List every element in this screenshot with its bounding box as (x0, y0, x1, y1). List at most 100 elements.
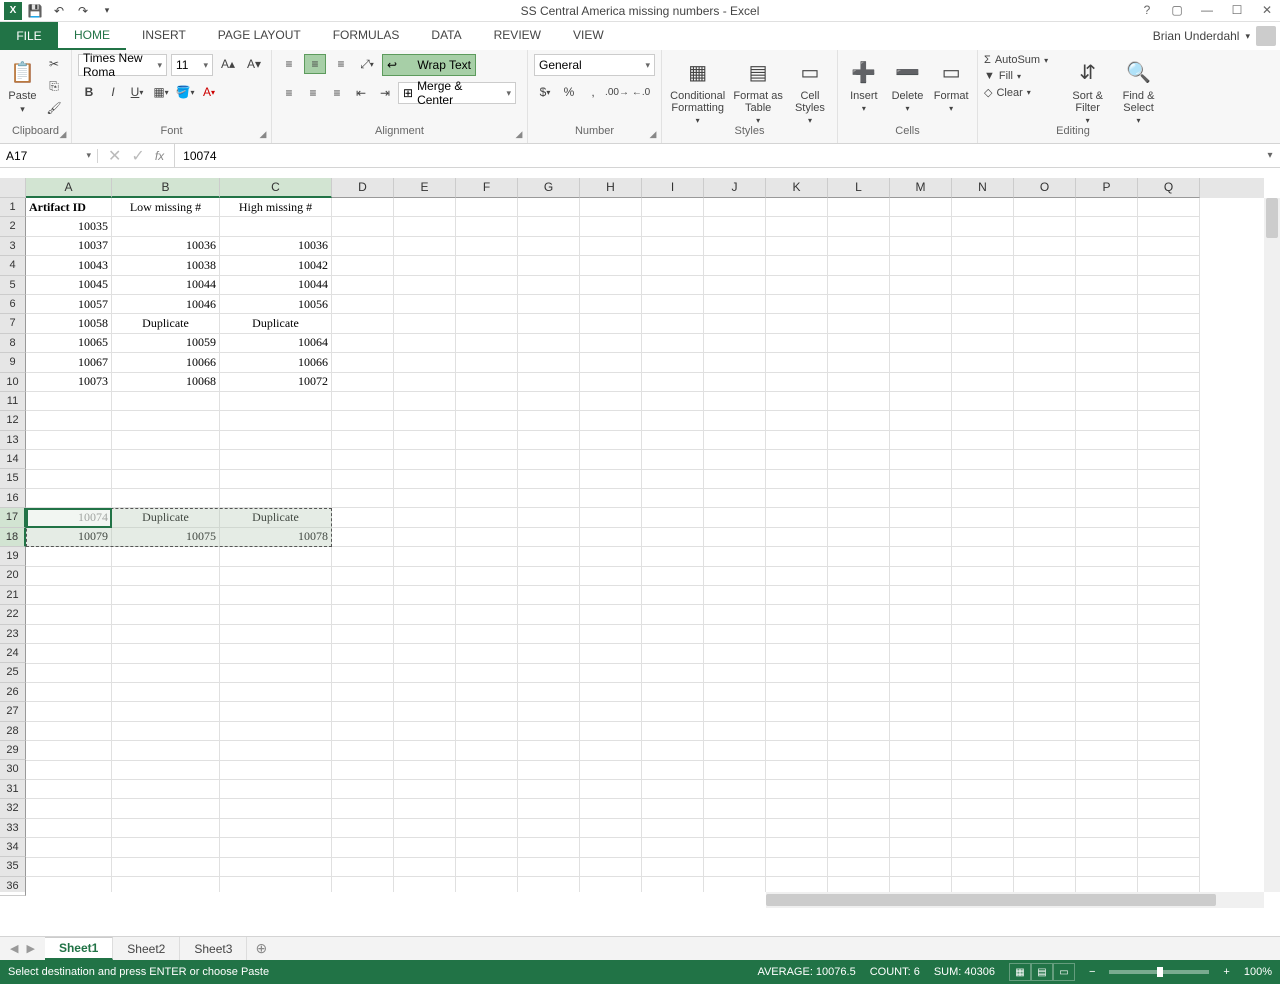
row-header-5[interactable]: 5 (0, 276, 26, 295)
cell-A17[interactable]: 10074 (26, 508, 112, 527)
cell-E10[interactable] (394, 373, 456, 392)
cell-I5[interactable] (642, 276, 704, 295)
cell-H28[interactable] (580, 722, 642, 741)
sheet-tab-sheet1[interactable]: Sheet1 (45, 937, 113, 960)
format-as-table-button[interactable]: ▤Format as Table▾ (731, 54, 785, 125)
cell-K36[interactable] (766, 877, 828, 892)
cell-I15[interactable] (642, 470, 704, 489)
cell-M3[interactable] (890, 237, 952, 256)
cell-B8[interactable]: 10059 (112, 334, 220, 353)
cell-G29[interactable] (518, 741, 580, 760)
decrease-indent-button[interactable]: ⇤ (350, 83, 372, 103)
cell-Q34[interactable] (1138, 838, 1200, 857)
cell-O26[interactable] (1014, 683, 1076, 702)
row-header-15[interactable]: 15 (0, 469, 26, 488)
cell-Q30[interactable] (1138, 761, 1200, 780)
cell-J29[interactable] (704, 741, 766, 760)
cell-G26[interactable] (518, 683, 580, 702)
cell-L33[interactable] (828, 819, 890, 838)
cell-J21[interactable] (704, 586, 766, 605)
cell-L6[interactable] (828, 295, 890, 314)
cell-D25[interactable] (332, 664, 394, 683)
cell-G16[interactable] (518, 489, 580, 508)
underline-button[interactable]: U▾ (126, 82, 148, 102)
cell-P36[interactable] (1076, 877, 1138, 892)
cell-N7[interactable] (952, 314, 1014, 333)
cell-H14[interactable] (580, 450, 642, 469)
cell-M8[interactable] (890, 334, 952, 353)
cell-A29[interactable] (26, 741, 112, 760)
cell-H19[interactable] (580, 547, 642, 566)
column-header-D[interactable]: D (332, 178, 394, 198)
cell-K21[interactable] (766, 586, 828, 605)
cell-O36[interactable] (1014, 877, 1076, 892)
cell-C36[interactable] (220, 877, 332, 892)
cell-O12[interactable] (1014, 411, 1076, 430)
cell-A14[interactable] (26, 450, 112, 469)
cell-B2[interactable] (112, 217, 220, 236)
cell-K32[interactable] (766, 799, 828, 818)
row-header-18[interactable]: 18 (0, 528, 26, 547)
cell-K12[interactable] (766, 411, 828, 430)
column-header-F[interactable]: F (456, 178, 518, 198)
cell-P3[interactable] (1076, 237, 1138, 256)
cell-M5[interactable] (890, 276, 952, 295)
row-header-1[interactable]: 1 (0, 198, 26, 217)
cell-C1[interactable]: High missing # (220, 198, 332, 217)
cell-O34[interactable] (1014, 838, 1076, 857)
cell-N20[interactable] (952, 567, 1014, 586)
cell-H4[interactable] (580, 256, 642, 275)
cell-Q17[interactable] (1138, 508, 1200, 527)
cell-K3[interactable] (766, 237, 828, 256)
cell-D7[interactable] (332, 314, 394, 333)
cell-M23[interactable] (890, 625, 952, 644)
cell-L3[interactable] (828, 237, 890, 256)
cell-J9[interactable] (704, 353, 766, 372)
cell-O33[interactable] (1014, 819, 1076, 838)
cell-P18[interactable] (1076, 528, 1138, 547)
cell-L5[interactable] (828, 276, 890, 295)
find-select-button[interactable]: 🔍Find & Select▾ (1115, 54, 1162, 125)
cell-E4[interactable] (394, 256, 456, 275)
cell-P17[interactable] (1076, 508, 1138, 527)
cell-B19[interactable] (112, 547, 220, 566)
cell-A30[interactable] (26, 761, 112, 780)
column-header-P[interactable]: P (1076, 178, 1138, 198)
cell-J36[interactable] (704, 877, 766, 892)
cell-F17[interactable] (456, 508, 518, 527)
cell-F35[interactable] (456, 858, 518, 877)
cells-area[interactable]: Artifact ID10035100371004310045100571005… (26, 198, 1264, 892)
cell-A33[interactable] (26, 819, 112, 838)
cell-N22[interactable] (952, 605, 1014, 624)
cell-Q20[interactable] (1138, 567, 1200, 586)
cell-M12[interactable] (890, 411, 952, 430)
cell-G1[interactable] (518, 198, 580, 217)
font-size-combo[interactable]: 11▾ (171, 54, 213, 76)
cell-J8[interactable] (704, 334, 766, 353)
file-tab[interactable]: FILE (0, 22, 58, 50)
cell-G14[interactable] (518, 450, 580, 469)
cell-A16[interactable] (26, 489, 112, 508)
cell-L17[interactable] (828, 508, 890, 527)
cell-Q19[interactable] (1138, 547, 1200, 566)
cell-H9[interactable] (580, 353, 642, 372)
cell-D32[interactable] (332, 799, 394, 818)
cell-D22[interactable] (332, 605, 394, 624)
row-header-30[interactable]: 30 (0, 760, 26, 779)
cell-F14[interactable] (456, 450, 518, 469)
cell-N25[interactable] (952, 664, 1014, 683)
row-header-29[interactable]: 29 (0, 741, 26, 760)
zoom-out-button[interactable]: − (1089, 966, 1095, 978)
cell-P25[interactable] (1076, 664, 1138, 683)
cell-H22[interactable] (580, 605, 642, 624)
cell-J2[interactable] (704, 217, 766, 236)
tab-home[interactable]: HOME (58, 22, 126, 50)
cell-A20[interactable] (26, 567, 112, 586)
increase-decimal-button[interactable]: .00→ (606, 82, 628, 102)
cell-O6[interactable] (1014, 295, 1076, 314)
cell-K23[interactable] (766, 625, 828, 644)
cell-G8[interactable] (518, 334, 580, 353)
cell-M29[interactable] (890, 741, 952, 760)
undo-button[interactable]: ↶ (48, 1, 70, 21)
cell-H12[interactable] (580, 411, 642, 430)
